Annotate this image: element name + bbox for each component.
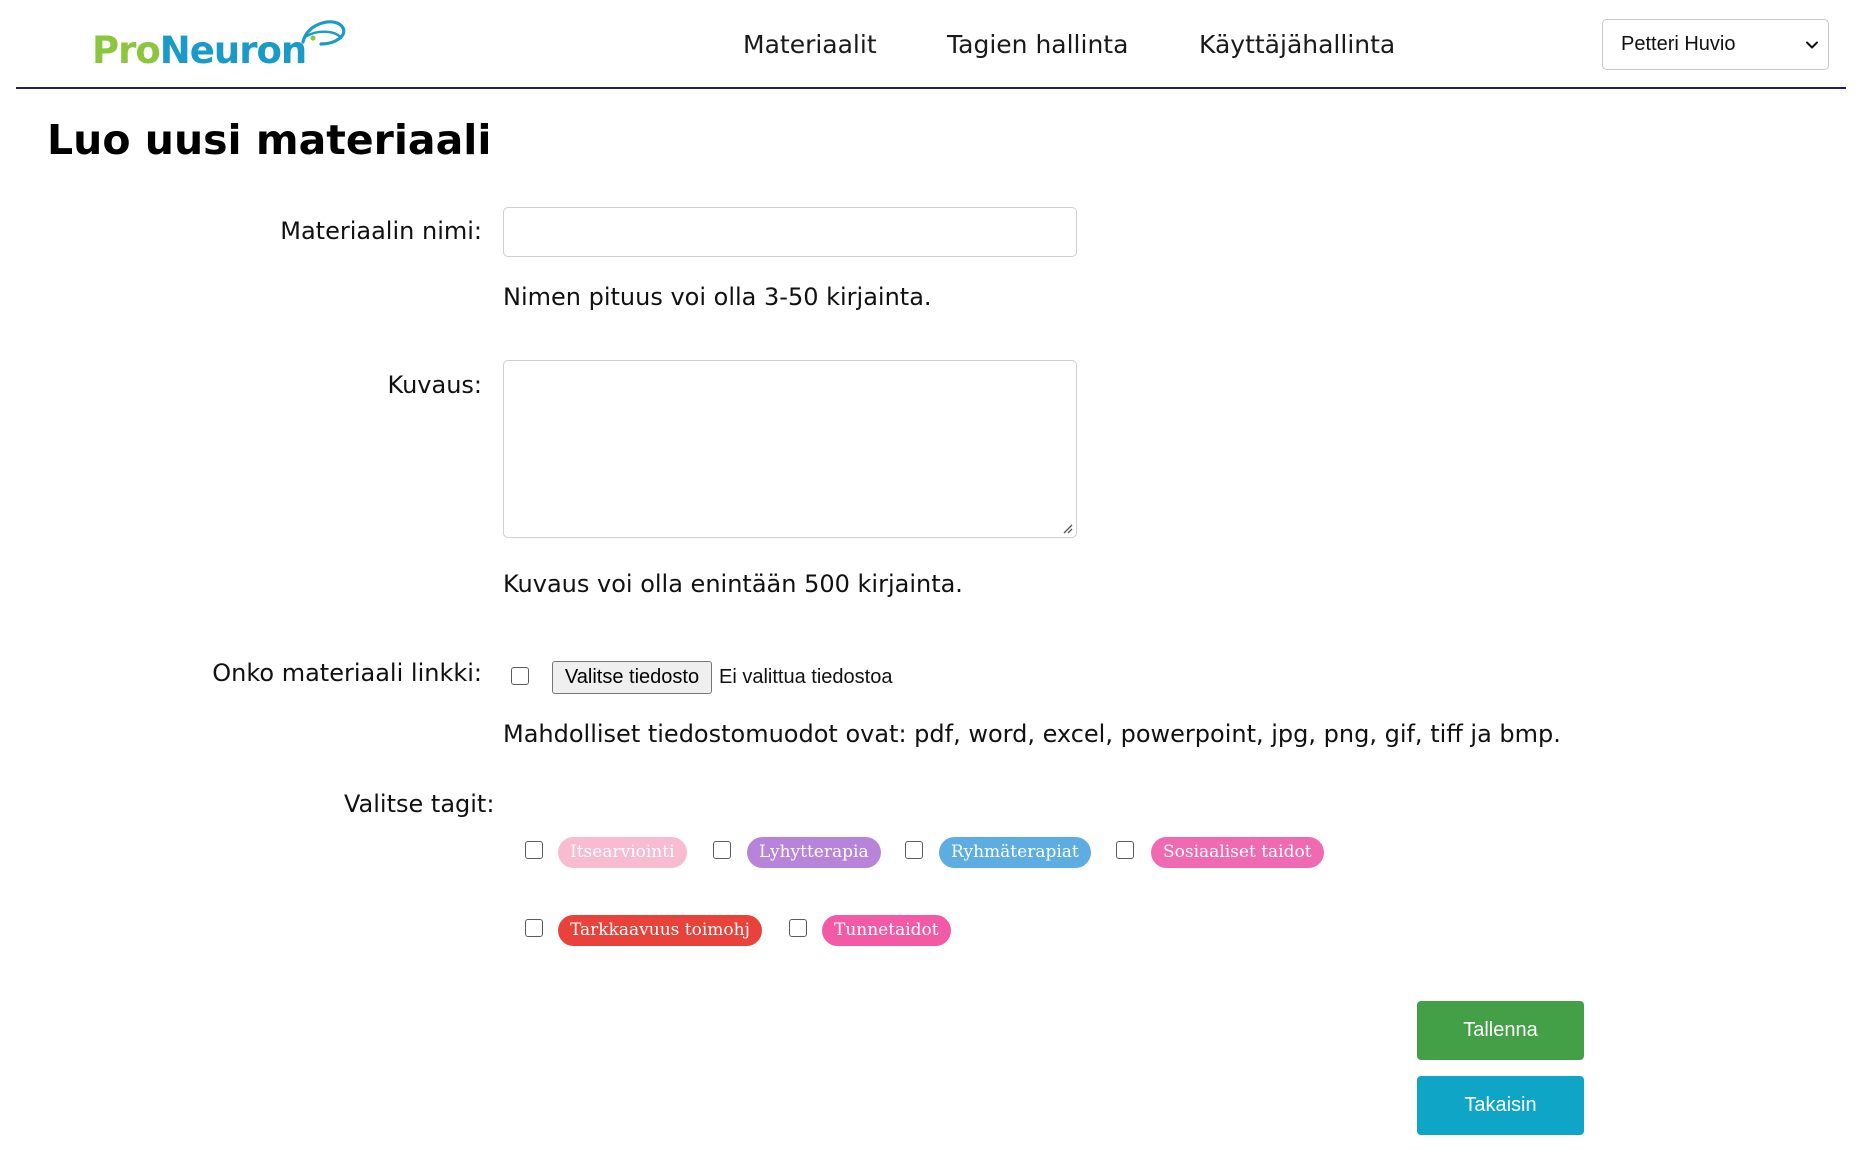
- description-help-text: Kuvaus voi olla enintään 500 kirjainta.: [503, 570, 963, 598]
- tag-checkbox-ryhmaterapiat[interactable]: [905, 841, 923, 859]
- nav-tagien-hallinta[interactable]: Tagien hallinta: [947, 30, 1128, 59]
- name-help-text: Nimen pituus voi olla 3-50 kirjainta.: [503, 283, 932, 311]
- tag-ryhmaterapiat[interactable]: Ryhmäterapiat: [939, 837, 1091, 868]
- link-label: Onko materiaali linkki:: [212, 659, 482, 687]
- tag-checkbox-sosiaaliset-taidot[interactable]: [1116, 841, 1134, 859]
- name-label: Materiaalin nimi:: [280, 217, 482, 245]
- user-select-value: Petteri Huvio: [1621, 33, 1736, 55]
- save-button[interactable]: Tallenna: [1417, 1001, 1584, 1060]
- page-title: Luo uusi materiaali: [47, 116, 492, 164]
- link-checkbox[interactable]: [511, 667, 529, 685]
- tags-label: Valitse tagit:: [344, 790, 495, 818]
- tag-checkbox-tarkkaavuus-toimohj[interactable]: [525, 919, 543, 937]
- choose-file-button[interactable]: Valitse tiedosto: [552, 661, 712, 694]
- tag-tunnetaidot[interactable]: Tunnetaidot: [822, 915, 951, 946]
- file-status-text: Ei valittua tiedostoa: [719, 666, 893, 688]
- file-formats-help-text: Mahdolliset tiedostomuodot ovat: pdf, wo…: [503, 720, 1561, 748]
- tag-checkbox-lyhytterapia[interactable]: [713, 841, 731, 859]
- nav-materiaalit[interactable]: Materiaalit: [743, 30, 877, 59]
- description-label: Kuvaus:: [387, 371, 482, 399]
- tag-sosiaaliset-taidot[interactable]: Sosiaaliset taidot: [1151, 837, 1324, 868]
- user-select[interactable]: Petteri Huvio: [1602, 19, 1829, 70]
- resize-grip-icon[interactable]: [1061, 522, 1073, 534]
- tag-checkbox-itsearviointi[interactable]: [525, 841, 543, 859]
- tag-itsearviointi[interactable]: Itsearviointi: [558, 837, 687, 868]
- back-button[interactable]: Takaisin: [1417, 1076, 1584, 1135]
- tag-checkbox-tunnetaidot[interactable]: [789, 919, 807, 937]
- chevron-down-icon: [1806, 41, 1818, 49]
- description-textarea[interactable]: [503, 360, 1077, 538]
- main-nav: Materiaalit Tagien hallinta Käyttäjähall…: [0, 26, 1873, 66]
- name-input[interactable]: [503, 207, 1077, 257]
- header-divider: [16, 87, 1846, 89]
- tag-tarkkaavuus-toimohj[interactable]: Tarkkaavuus toimohj: [558, 915, 762, 946]
- header: ProNeuron Materiaalit Tagien hallinta Kä…: [0, 0, 1873, 90]
- tag-lyhytterapia[interactable]: Lyhytterapia: [747, 837, 881, 868]
- nav-kayttajahallinta[interactable]: Käyttäjähallinta: [1199, 30, 1395, 59]
